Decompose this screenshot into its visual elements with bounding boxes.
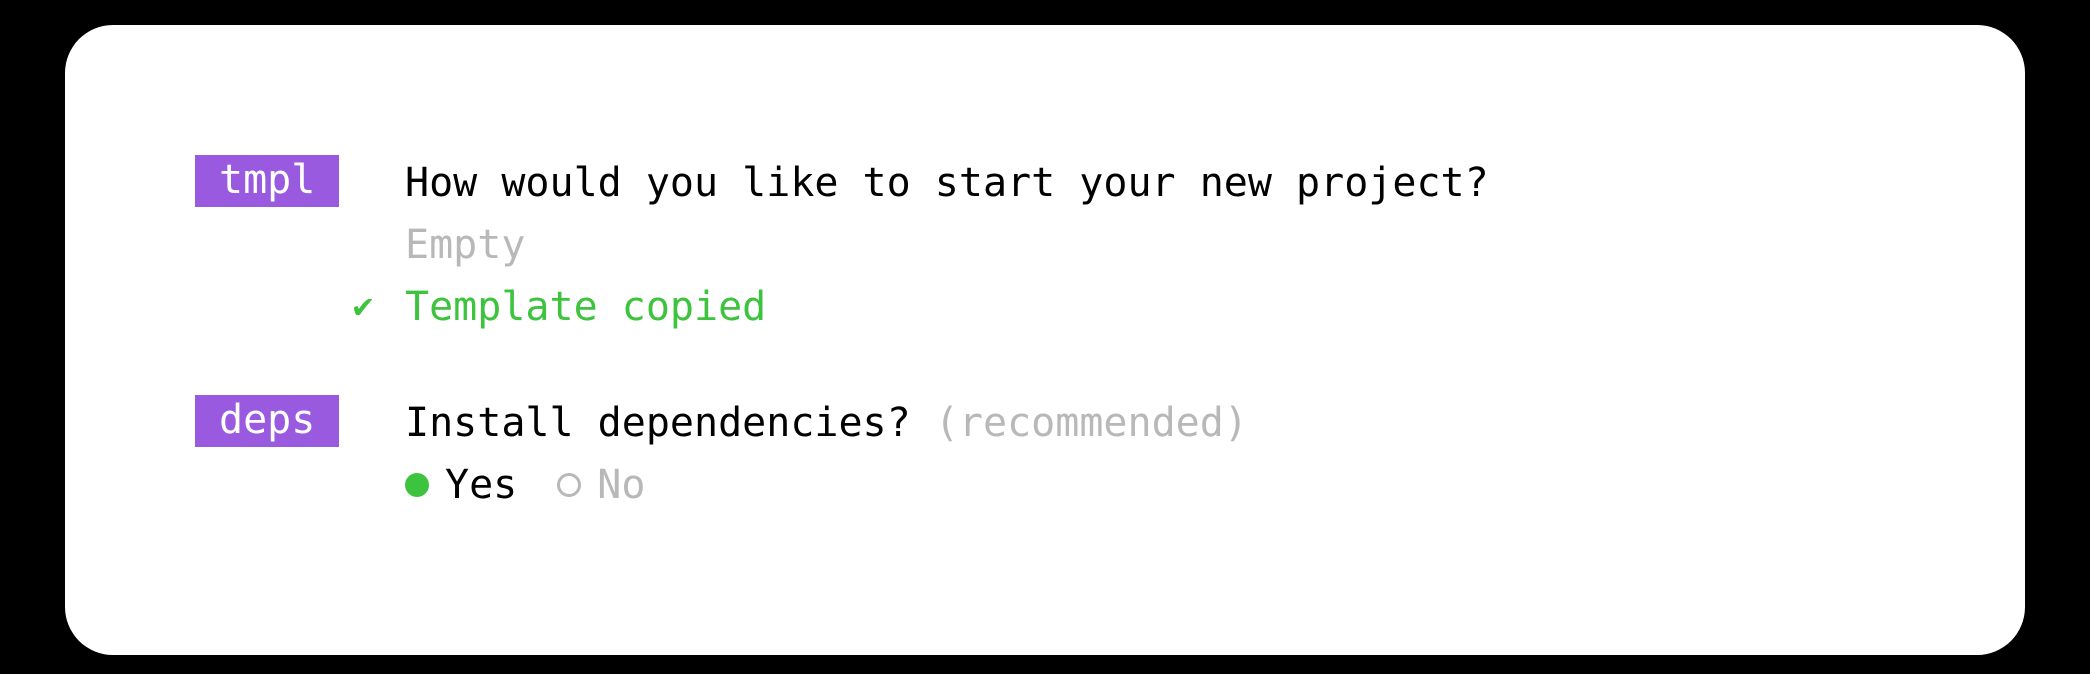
tag-tmpl: tmpl xyxy=(195,155,339,207)
option-no-label: No xyxy=(597,457,645,513)
option-yes-label: Yes xyxy=(445,457,517,513)
step-deps: deps Install dependencies? (recommended)… xyxy=(195,395,1895,513)
check-icon: ✔ xyxy=(343,283,383,331)
option-yes[interactable]: Yes xyxy=(405,457,517,513)
option-no[interactable]: No xyxy=(557,457,645,513)
cli-prompt-card: tmpl How would you like to start your ne… xyxy=(65,25,2025,655)
tmpl-question: How would you like to start your new pro… xyxy=(405,155,1895,211)
deps-question: Install dependencies? xyxy=(405,400,911,446)
radio-filled-icon xyxy=(405,473,429,497)
tmpl-answer: Empty xyxy=(405,217,1895,273)
deps-hint: (recommended) xyxy=(935,400,1248,446)
step-tmpl: tmpl How would you like to start your ne… xyxy=(195,155,1895,335)
deps-options: Yes No xyxy=(405,457,1895,513)
tag-deps: deps xyxy=(195,395,339,447)
tmpl-status: Template copied xyxy=(405,279,766,335)
radio-empty-icon xyxy=(557,473,581,497)
